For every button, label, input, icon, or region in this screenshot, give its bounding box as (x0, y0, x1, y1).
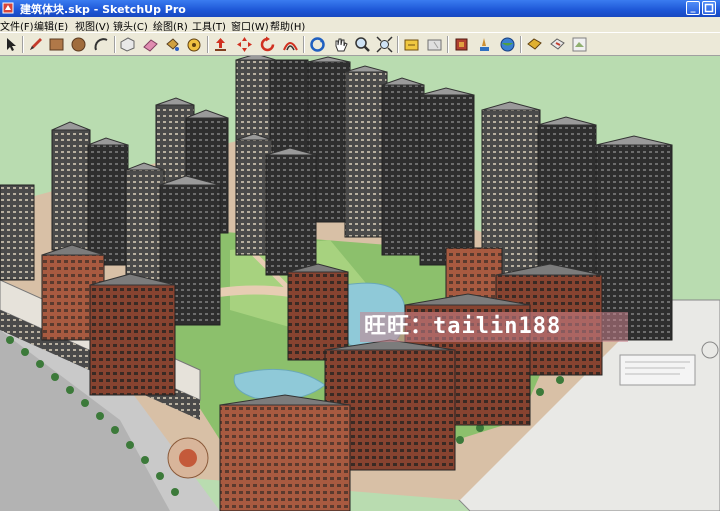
round-plaza (167, 437, 209, 479)
main-toolbar (0, 32, 720, 56)
toolbar-separator (22, 36, 24, 53)
menu-draw[interactable]: 绘图(R) (153, 18, 188, 33)
circle-icon[interactable] (70, 36, 87, 53)
toolbar-separator (397, 36, 399, 53)
menu-tools[interactable]: 工具(T) (192, 18, 226, 33)
get-models-icon[interactable] (403, 36, 420, 53)
styles-icon[interactable] (476, 36, 493, 53)
toolbar-separator (303, 36, 305, 53)
orbit-icon[interactable] (309, 36, 326, 53)
push-pull-icon[interactable] (212, 36, 229, 53)
share-model-icon[interactable] (426, 36, 443, 53)
menu-camera[interactable]: 镜头(C) (113, 18, 148, 33)
menu-window[interactable]: 窗口(W) (231, 18, 269, 33)
eraser-icon[interactable] (142, 36, 159, 53)
toolbar-separator (114, 36, 116, 53)
paint-bucket-icon[interactable] (164, 36, 181, 53)
offset-icon[interactable] (282, 36, 299, 53)
rectangle-icon[interactable] (48, 36, 65, 53)
rotate-icon[interactable] (259, 36, 276, 53)
pencil-icon[interactable] (27, 36, 44, 53)
tape-measure-icon[interactable] (186, 36, 203, 53)
model-scene (0, 56, 720, 511)
layers-icon[interactable] (499, 36, 516, 53)
photo-textures-icon[interactable] (526, 36, 543, 53)
toolbar-separator (207, 36, 209, 53)
zoom-icon[interactable] (354, 36, 371, 53)
zoom-extents-icon[interactable] (376, 36, 393, 53)
components-icon[interactable] (453, 36, 470, 53)
move-icon[interactable] (236, 36, 253, 53)
arc-icon[interactable] (93, 36, 110, 53)
add-location-icon[interactable] (571, 36, 588, 53)
title-bar: 建筑体块.skp - SketchUp Pro _ (0, 0, 720, 17)
menu-bar: 文件(F) 编辑(E) 视图(V) 镜头(C) 绘图(R) 工具(T) 窗口(W… (0, 17, 720, 33)
make-component-icon[interactable] (119, 36, 136, 53)
menu-view[interactable]: 视图(V) (75, 18, 110, 33)
window-title: 建筑体块.skp - SketchUp Pro (20, 3, 186, 16)
minimize-button[interactable]: _ (686, 1, 700, 15)
maximize-button[interactable] (702, 1, 716, 15)
watermark: 旺旺：tailin188 (360, 312, 628, 342)
extension-warehouse-icon[interactable] (549, 36, 566, 53)
menu-help[interactable]: 帮助(H) (270, 18, 305, 33)
toolbar-separator (520, 36, 522, 53)
sketchup-app-icon (2, 2, 14, 14)
menu-file[interactable]: 文件(F) (0, 18, 34, 33)
maximize-icon (704, 3, 714, 13)
menu-edit[interactable]: 编辑(E) (34, 18, 68, 33)
model-viewport[interactable]: 旺旺：tailin188 (0, 56, 720, 511)
select-icon[interactable] (3, 36, 20, 53)
pan-icon[interactable] (332, 36, 349, 53)
toolbar-separator (447, 36, 449, 53)
